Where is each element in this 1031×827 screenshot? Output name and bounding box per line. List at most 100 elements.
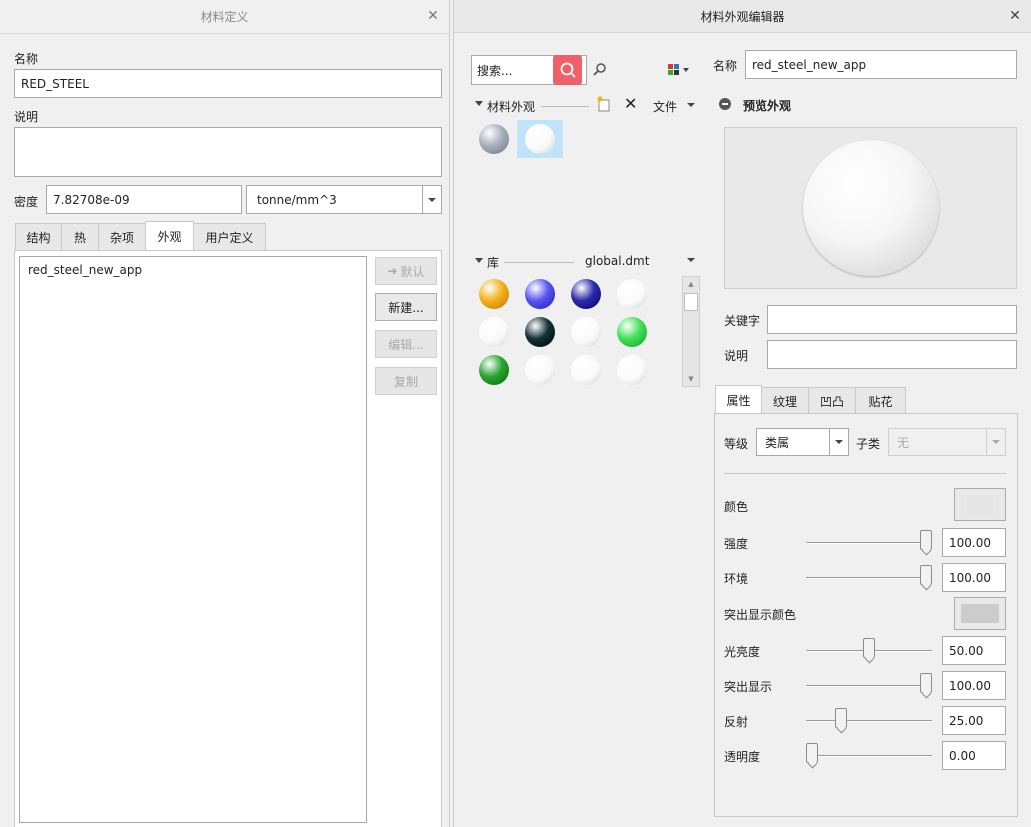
material-definition-dialog: 材料定义 ✕ 名称 RED_STEEL 说明 密度 7.82708e-09 to…	[0, 0, 450, 827]
view-mode-dropdown[interactable]	[667, 63, 691, 77]
property-value-field[interactable]: 25.00	[942, 706, 1006, 735]
file-menu[interactable]: 文件	[653, 98, 677, 115]
material-swatch[interactable]	[479, 124, 509, 154]
appearance-list[interactable]: red_steel_new_app	[19, 256, 367, 823]
class-select[interactable]: 类属	[756, 428, 849, 456]
property-slider[interactable]	[806, 577, 932, 579]
default-button[interactable]: ➜ 默认	[375, 257, 437, 285]
tab-properties[interactable]: 属性	[715, 385, 762, 414]
tab-misc[interactable]: 杂项	[98, 223, 146, 250]
property-slider[interactable]	[806, 542, 932, 544]
library-swatch[interactable]	[479, 355, 509, 385]
library-swatch[interactable]	[479, 279, 509, 309]
divider	[0, 33, 449, 34]
library-swatch[interactable]	[525, 355, 555, 385]
scroll-up-icon[interactable]: ▲	[683, 277, 699, 291]
property-value-field[interactable]: 100.00	[942, 671, 1006, 700]
search-icon	[560, 62, 576, 78]
library-swatch[interactable]	[571, 355, 601, 385]
color-picker-button[interactable]	[954, 488, 1006, 521]
library-swatch[interactable]	[479, 317, 509, 347]
library-swatch[interactable]	[525, 317, 555, 347]
library-swatch[interactable]	[525, 279, 555, 309]
section-divider	[541, 106, 589, 107]
scroll-down-icon[interactable]: ▼	[683, 372, 699, 386]
property-value-field[interactable]: 100.00	[942, 528, 1006, 557]
description-label: 说明	[724, 349, 749, 363]
tab-structure[interactable]: 结构	[15, 223, 62, 250]
library-swatch[interactable]	[617, 279, 647, 309]
tab-label: 凹凸	[819, 394, 844, 409]
property-value-field[interactable]: 0.00	[942, 741, 1006, 770]
library-swatch[interactable]	[571, 317, 601, 347]
tab-texture[interactable]: 纹理	[761, 387, 809, 414]
close-icon[interactable]: ✕	[1007, 8, 1023, 24]
tab-label: 结构	[26, 230, 51, 245]
property-slider[interactable]	[806, 755, 932, 757]
dialog-title: 材料外观编辑器	[700, 9, 785, 24]
class-label: 等级	[724, 437, 749, 451]
property-value-field[interactable]: 50.00	[942, 636, 1006, 665]
density-unit-select[interactable]: tonne/mm^3	[246, 185, 442, 214]
keyword-field[interactable]	[767, 305, 1017, 334]
slider-thumb[interactable]	[834, 708, 847, 728]
slider-thumb[interactable]	[920, 673, 932, 693]
list-item[interactable]: red_steel_new_app	[20, 257, 366, 283]
chevron-down-icon[interactable]	[422, 186, 441, 213]
advanced-search-icon[interactable]	[592, 62, 608, 81]
slider-thumb[interactable]	[920, 565, 932, 585]
library-file-label: global.dmt	[585, 254, 650, 268]
tab-appearance[interactable]: 外观	[145, 221, 194, 250]
slider-thumb[interactable]	[806, 743, 818, 763]
property-label: 环境	[724, 572, 749, 586]
chevron-down-icon[interactable]	[986, 429, 1005, 455]
class-value: 类属	[765, 435, 790, 450]
tab-decal[interactable]: 贴花	[855, 387, 906, 414]
description-field[interactable]	[14, 127, 442, 177]
property-label: 强度	[724, 537, 749, 551]
library-swatch[interactable]	[617, 355, 647, 385]
color-swatch	[961, 495, 999, 514]
chevron-down-icon[interactable]	[687, 103, 695, 107]
new-button[interactable]: 新建...	[375, 293, 437, 321]
tab-bump[interactable]: 凹凸	[808, 387, 856, 414]
library-swatch[interactable]	[617, 317, 647, 347]
density-field[interactable]: 7.82708e-09	[46, 185, 242, 214]
tab-label: 热	[73, 230, 86, 245]
library-swatch[interactable]	[571, 279, 601, 309]
slider-thumb[interactable]	[863, 638, 875, 658]
tab-user-defined[interactable]: 用户定义	[193, 223, 266, 250]
collapse-preview-icon[interactable]	[719, 98, 731, 110]
collapse-icon[interactable]	[475, 101, 483, 106]
close-icon[interactable]: ✕	[425, 8, 441, 24]
copy-button[interactable]: 复制	[375, 367, 437, 395]
tab-label: 用户定义	[205, 230, 254, 245]
description-field[interactable]	[767, 340, 1017, 369]
chevron-down-icon[interactable]	[829, 429, 848, 455]
scrollbar-thumb[interactable]	[684, 293, 698, 311]
highlight-color-picker-button[interactable]	[954, 597, 1006, 630]
slider-thumb[interactable]	[920, 530, 932, 550]
new-appearance-icon[interactable]	[596, 96, 612, 115]
property-slider[interactable]	[806, 720, 932, 722]
library-scrollbar[interactable]: ▲ ▼	[682, 276, 700, 387]
subclass-value: 无	[897, 435, 910, 450]
property-slider[interactable]	[806, 685, 932, 687]
keyword-label: 关键字	[724, 314, 761, 328]
material-swatch[interactable]	[525, 124, 555, 154]
edit-button[interactable]: 编辑...	[375, 330, 437, 358]
highlight-color-label: 突出显示颜色	[724, 608, 797, 622]
section-divider	[504, 262, 574, 263]
subclass-select[interactable]: 无	[888, 428, 1006, 456]
collapse-icon[interactable]	[475, 258, 483, 263]
property-value-field[interactable]: 100.00	[942, 563, 1006, 592]
appearance-name-field[interactable]: red_steel_new_app	[745, 50, 1017, 79]
description-label: 说明	[14, 110, 39, 124]
name-label: 名称	[14, 52, 39, 66]
name-field[interactable]: RED_STEEL	[14, 69, 442, 98]
tab-thermal[interactable]: 热	[61, 223, 99, 250]
search-button[interactable]	[553, 55, 582, 85]
chevron-down-icon[interactable]	[687, 258, 695, 262]
grid-view-icon	[668, 64, 689, 75]
delete-icon[interactable]: ✕	[624, 96, 637, 112]
